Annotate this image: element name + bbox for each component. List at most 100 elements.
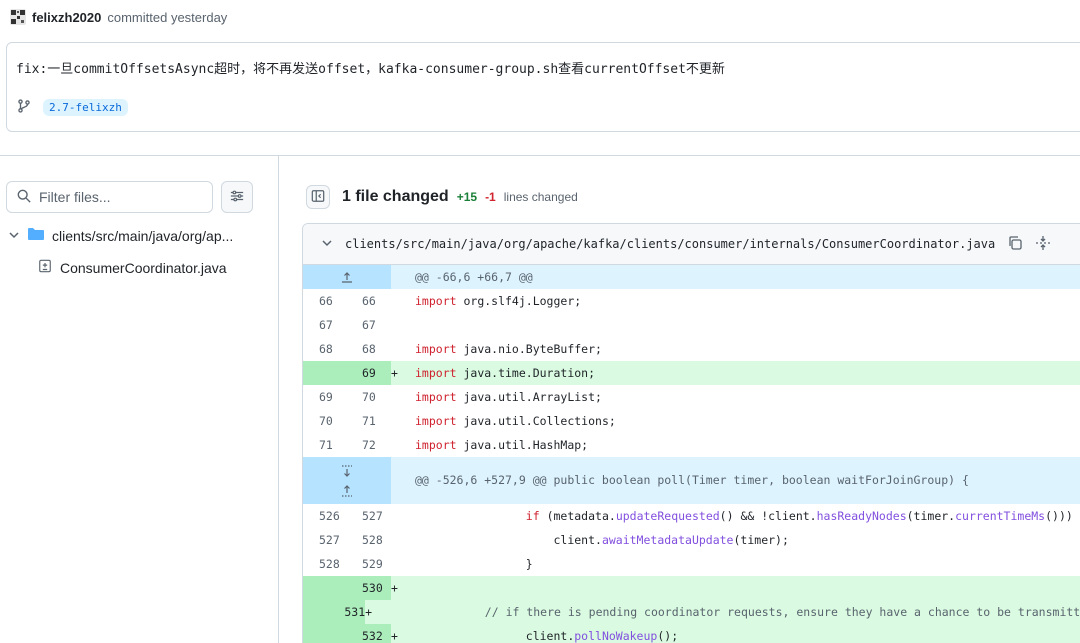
- commit-time: committed yesterday: [107, 9, 228, 25]
- filter-files-input[interactable]: Filter files...: [6, 181, 213, 213]
- diff-line: 70 71 import java.util.Collections;: [303, 409, 1080, 433]
- old-line-number[interactable]: 70: [303, 409, 347, 433]
- diff-file: clients/src/main/java/org/apache/kafka/c…: [302, 223, 1080, 643]
- diff-sign: [391, 289, 415, 313]
- new-line-number[interactable]: 528: [347, 528, 391, 552]
- diff-file-path[interactable]: clients/src/main/java/org/apache/kafka/c…: [345, 237, 995, 251]
- diff-sign: [391, 552, 415, 576]
- deletions-count: -1: [485, 190, 496, 204]
- copy-icon[interactable]: [1007, 235, 1023, 254]
- diff-code: client.pollNoWakeup();: [415, 629, 679, 643]
- new-line-number[interactable]: 530: [347, 576, 391, 600]
- search-icon: [17, 189, 31, 206]
- new-line-number[interactable]: 68: [347, 337, 391, 361]
- diff-sign: [391, 385, 415, 409]
- new-line-number[interactable]: 529: [347, 552, 391, 576]
- old-line-number[interactable]: 69: [303, 385, 347, 409]
- old-line-number[interactable]: 526: [303, 504, 347, 528]
- diff-code: import java.nio.ByteBuffer;: [415, 342, 602, 356]
- diff-code: // if there is pending coordinator reque…: [374, 605, 1080, 619]
- folder-icon: [28, 227, 44, 244]
- diff-sign: [391, 504, 415, 528]
- diff-line: 526 527 if (metadata.updateRequested() &…: [303, 504, 1080, 528]
- diff-code: import java.time.Duration;: [415, 366, 596, 380]
- diff-code: import java.util.HashMap;: [415, 438, 589, 452]
- diff-line-added: 531 + // if there is pending coordinator…: [303, 600, 1080, 624]
- expand-up-icon[interactable]: [303, 265, 391, 289]
- lines-changed-label: lines changed: [503, 190, 578, 204]
- git-branch-icon: [17, 99, 31, 116]
- files-changed-count: 1 file changed: [342, 188, 449, 205]
- new-line-number[interactable]: 66: [347, 289, 391, 313]
- diff-line: 68 68 import java.nio.ByteBuffer;: [303, 337, 1080, 361]
- new-line-number[interactable]: 532: [347, 624, 391, 643]
- new-line-number[interactable]: 67: [347, 313, 391, 337]
- old-line-number[interactable]: 67: [303, 313, 347, 337]
- file-diff-icon: [38, 259, 52, 276]
- hunk-header-text: @@ -526,6 +527,9 @@ public boolean poll(…: [415, 473, 969, 487]
- diff-file-header: clients/src/main/java/org/apache/kafka/c…: [303, 224, 1080, 265]
- new-line-number[interactable]: 69: [347, 361, 391, 385]
- diff-sign: [391, 409, 415, 433]
- commit-author[interactable]: felixzh2020: [32, 10, 101, 25]
- hunk-header: @@ -66,6 +66,7 @@: [303, 265, 1080, 289]
- sidebar-collapse-icon: [311, 189, 325, 206]
- tree-file[interactable]: ConsumerCoordinator.java: [38, 259, 227, 276]
- divider: [0, 155, 1080, 156]
- old-line-number[interactable]: 68: [303, 337, 347, 361]
- tree-directory[interactable]: clients/src/main/java/org/ap...: [8, 227, 233, 244]
- hunk-header: @@ -526,6 +527,9 @@ public boolean poll(…: [303, 457, 1080, 504]
- diff-line-added: 532 + client.pollNoWakeup();: [303, 624, 1080, 643]
- diff-summary: 1 file changed +15 -1 lines changed: [306, 185, 578, 209]
- toggle-file-tree-button[interactable]: [306, 185, 330, 209]
- filter-options-button[interactable]: [221, 181, 253, 213]
- diff-sign: [391, 313, 415, 337]
- expand-all-icon[interactable]: [1035, 235, 1051, 254]
- new-line-number[interactable]: 72: [347, 433, 391, 457]
- old-line-number[interactable]: [303, 600, 330, 624]
- diff-code: import org.slf4j.Logger;: [415, 294, 582, 308]
- old-line-number[interactable]: 66: [303, 289, 347, 313]
- new-line-number[interactable]: 70: [347, 385, 391, 409]
- diff-code: client.awaitMetadataUpdate(timer);: [415, 533, 789, 547]
- diff-sign: +: [391, 581, 398, 595]
- diff-code: import java.util.Collections;: [415, 414, 616, 428]
- diff-sign: +: [391, 629, 398, 643]
- chevron-down-icon[interactable]: [321, 236, 333, 252]
- diff-line: 527 528 client.awaitMetadataUpdate(timer…: [303, 528, 1080, 552]
- filter-placeholder: Filter files...: [39, 189, 111, 205]
- expand-both-icon[interactable]: [303, 457, 391, 504]
- tree-directory-label: clients/src/main/java/org/ap...: [52, 227, 234, 244]
- diff-sign: +: [365, 605, 373, 619]
- diff-line: 71 72 import java.util.HashMap;: [303, 433, 1080, 457]
- diff-sign: [391, 528, 415, 552]
- branch-row: 2.7-felixzh: [17, 99, 128, 116]
- old-line-number[interactable]: [303, 576, 347, 600]
- diff-line-added: 69 + import java.time.Duration;: [303, 361, 1080, 385]
- diff-code: if (metadata.updateRequested() && !clien…: [525, 509, 1080, 523]
- commit-message-box: fix:一旦commitOffsetsAsync超时，将不再发送offset，k…: [6, 42, 1080, 132]
- diff-code: [415, 313, 1080, 337]
- sliders-icon: [230, 189, 244, 206]
- diff-code: }: [415, 557, 533, 571]
- old-line-number[interactable]: [303, 361, 347, 385]
- old-line-number[interactable]: 71: [303, 433, 347, 457]
- branch-badge[interactable]: 2.7-felixzh: [43, 99, 128, 116]
- new-line-number[interactable]: 527: [347, 504, 391, 528]
- diff-line: 66 66 import org.slf4j.Logger;: [303, 289, 1080, 313]
- diff-sign: [391, 337, 415, 361]
- old-line-number[interactable]: [303, 624, 347, 643]
- diff-sign: +: [391, 366, 398, 380]
- diff-line-added: 530 +: [303, 576, 1080, 600]
- diff-line: 67 67: [303, 313, 1080, 337]
- diff-line: 69 70 import java.util.ArrayList;: [303, 385, 1080, 409]
- old-line-number[interactable]: 527: [303, 528, 347, 552]
- new-line-number[interactable]: 71: [347, 409, 391, 433]
- old-line-number[interactable]: 528: [303, 552, 347, 576]
- tree-file-label: ConsumerCoordinator.java: [60, 259, 227, 276]
- hunk-header-text: @@ -66,6 +66,7 @@: [415, 270, 533, 284]
- new-line-number[interactable]: 531: [329, 600, 366, 624]
- avatar[interactable]: [10, 9, 26, 25]
- diff-code: [415, 576, 1080, 600]
- diff-sign: [391, 433, 415, 457]
